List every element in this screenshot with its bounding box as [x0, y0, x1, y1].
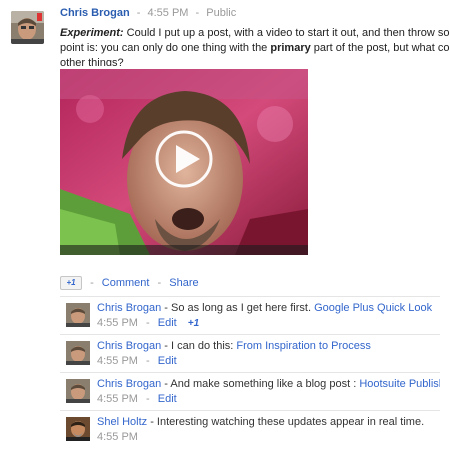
- share-link[interactable]: Share: [169, 277, 198, 289]
- comment-timestamp[interactable]: 4:55 PM: [97, 431, 138, 443]
- post-body-text-1: Could I put up a post, with a video to s…: [123, 27, 450, 39]
- comment-timestamp[interactable]: 4:55 PM: [97, 317, 138, 329]
- comment-author[interactable]: Chris Brogan: [97, 302, 161, 314]
- comment-author[interactable]: Shel Holtz: [97, 416, 147, 428]
- comment-plusone[interactable]: +1: [188, 318, 199, 329]
- comment-avatar[interactable]: [66, 303, 90, 327]
- comment-meta: 4:55 PM - Edit: [97, 355, 177, 367]
- action-separator: -: [90, 277, 94, 289]
- post-actions: +1 - Comment - Share: [60, 276, 199, 291]
- comment-text: - And make something like a blog post :: [161, 378, 360, 390]
- comment-text-line: Chris Brogan - So as long as I get here …: [97, 302, 440, 314]
- comment-text: - Interesting watching these updates app…: [147, 416, 425, 428]
- post-body-label: Experiment:: [60, 27, 124, 39]
- comment-author[interactable]: Chris Brogan: [97, 340, 161, 352]
- comment-edit-link[interactable]: Edit: [158, 317, 177, 329]
- comment-link[interactable]: Comment: [102, 277, 150, 289]
- comment-meta: 4:55 PM - Edit: [97, 393, 177, 405]
- comment-link[interactable]: Hootsuite Publisher F: [359, 378, 440, 390]
- comment-timestamp[interactable]: 4:55 PM: [97, 393, 138, 405]
- comment-meta: 4:55 PM - Edit +1: [97, 317, 199, 329]
- comment-text-line: Chris Brogan - And make something like a…: [97, 378, 440, 390]
- comment-avatar[interactable]: [66, 417, 90, 441]
- plusone-button[interactable]: +1: [60, 276, 82, 291]
- post-header: Chris Brogan - 4:55 PM - Public: [60, 7, 236, 19]
- comment-author[interactable]: Chris Brogan: [97, 378, 161, 390]
- comment-edit-link[interactable]: Edit: [158, 393, 177, 405]
- meta-separator: -: [146, 317, 150, 329]
- comment-timestamp[interactable]: 4:55 PM: [97, 355, 138, 367]
- post-body-text-4: other things?: [60, 57, 124, 66]
- post-visibility[interactable]: Public: [206, 7, 236, 19]
- comment-avatar[interactable]: [66, 341, 90, 365]
- post-body-text-2: point is: you can only do one thing with…: [60, 42, 271, 54]
- action-separator: -: [157, 277, 162, 289]
- video-thumbnail[interactable]: [60, 69, 308, 255]
- post-author-name[interactable]: Chris Brogan: [60, 7, 130, 19]
- comment-item: Shel Holtz - Interesting watching these …: [60, 410, 440, 448]
- header-separator: -: [136, 7, 141, 19]
- comment-item: Chris Brogan - I can do this: From Inspi…: [60, 334, 440, 372]
- comment-item: Chris Brogan - And make something like a…: [60, 372, 440, 410]
- header-separator: -: [195, 7, 200, 19]
- comment-text: - So as long as I get here first.: [161, 302, 315, 314]
- comment-link[interactable]: Google Plus Quick Look: [314, 302, 432, 314]
- meta-separator: -: [146, 355, 150, 367]
- post-timestamp[interactable]: 4:55 PM: [147, 7, 188, 19]
- post-body-bold: primary: [270, 42, 311, 54]
- comment-item: Chris Brogan - So as long as I get here …: [60, 296, 440, 334]
- meta-separator: -: [146, 393, 150, 405]
- comment-text-line: Shel Holtz - Interesting watching these …: [97, 416, 440, 428]
- comment-meta: 4:55 PM: [97, 431, 138, 443]
- comment-avatar[interactable]: [66, 379, 90, 403]
- comment-text: - I can do this:: [161, 340, 237, 352]
- post-body: Experiment: Could I put up a post, with …: [60, 26, 450, 66]
- comment-edit-link[interactable]: Edit: [158, 355, 177, 367]
- comment-text-line: Chris Brogan - I can do this: From Inspi…: [97, 340, 440, 352]
- post-body-text-3: part of the post, but what could: [310, 42, 450, 54]
- post-author-avatar[interactable]: [11, 11, 44, 44]
- comment-link[interactable]: From Inspiration to Process: [236, 340, 371, 352]
